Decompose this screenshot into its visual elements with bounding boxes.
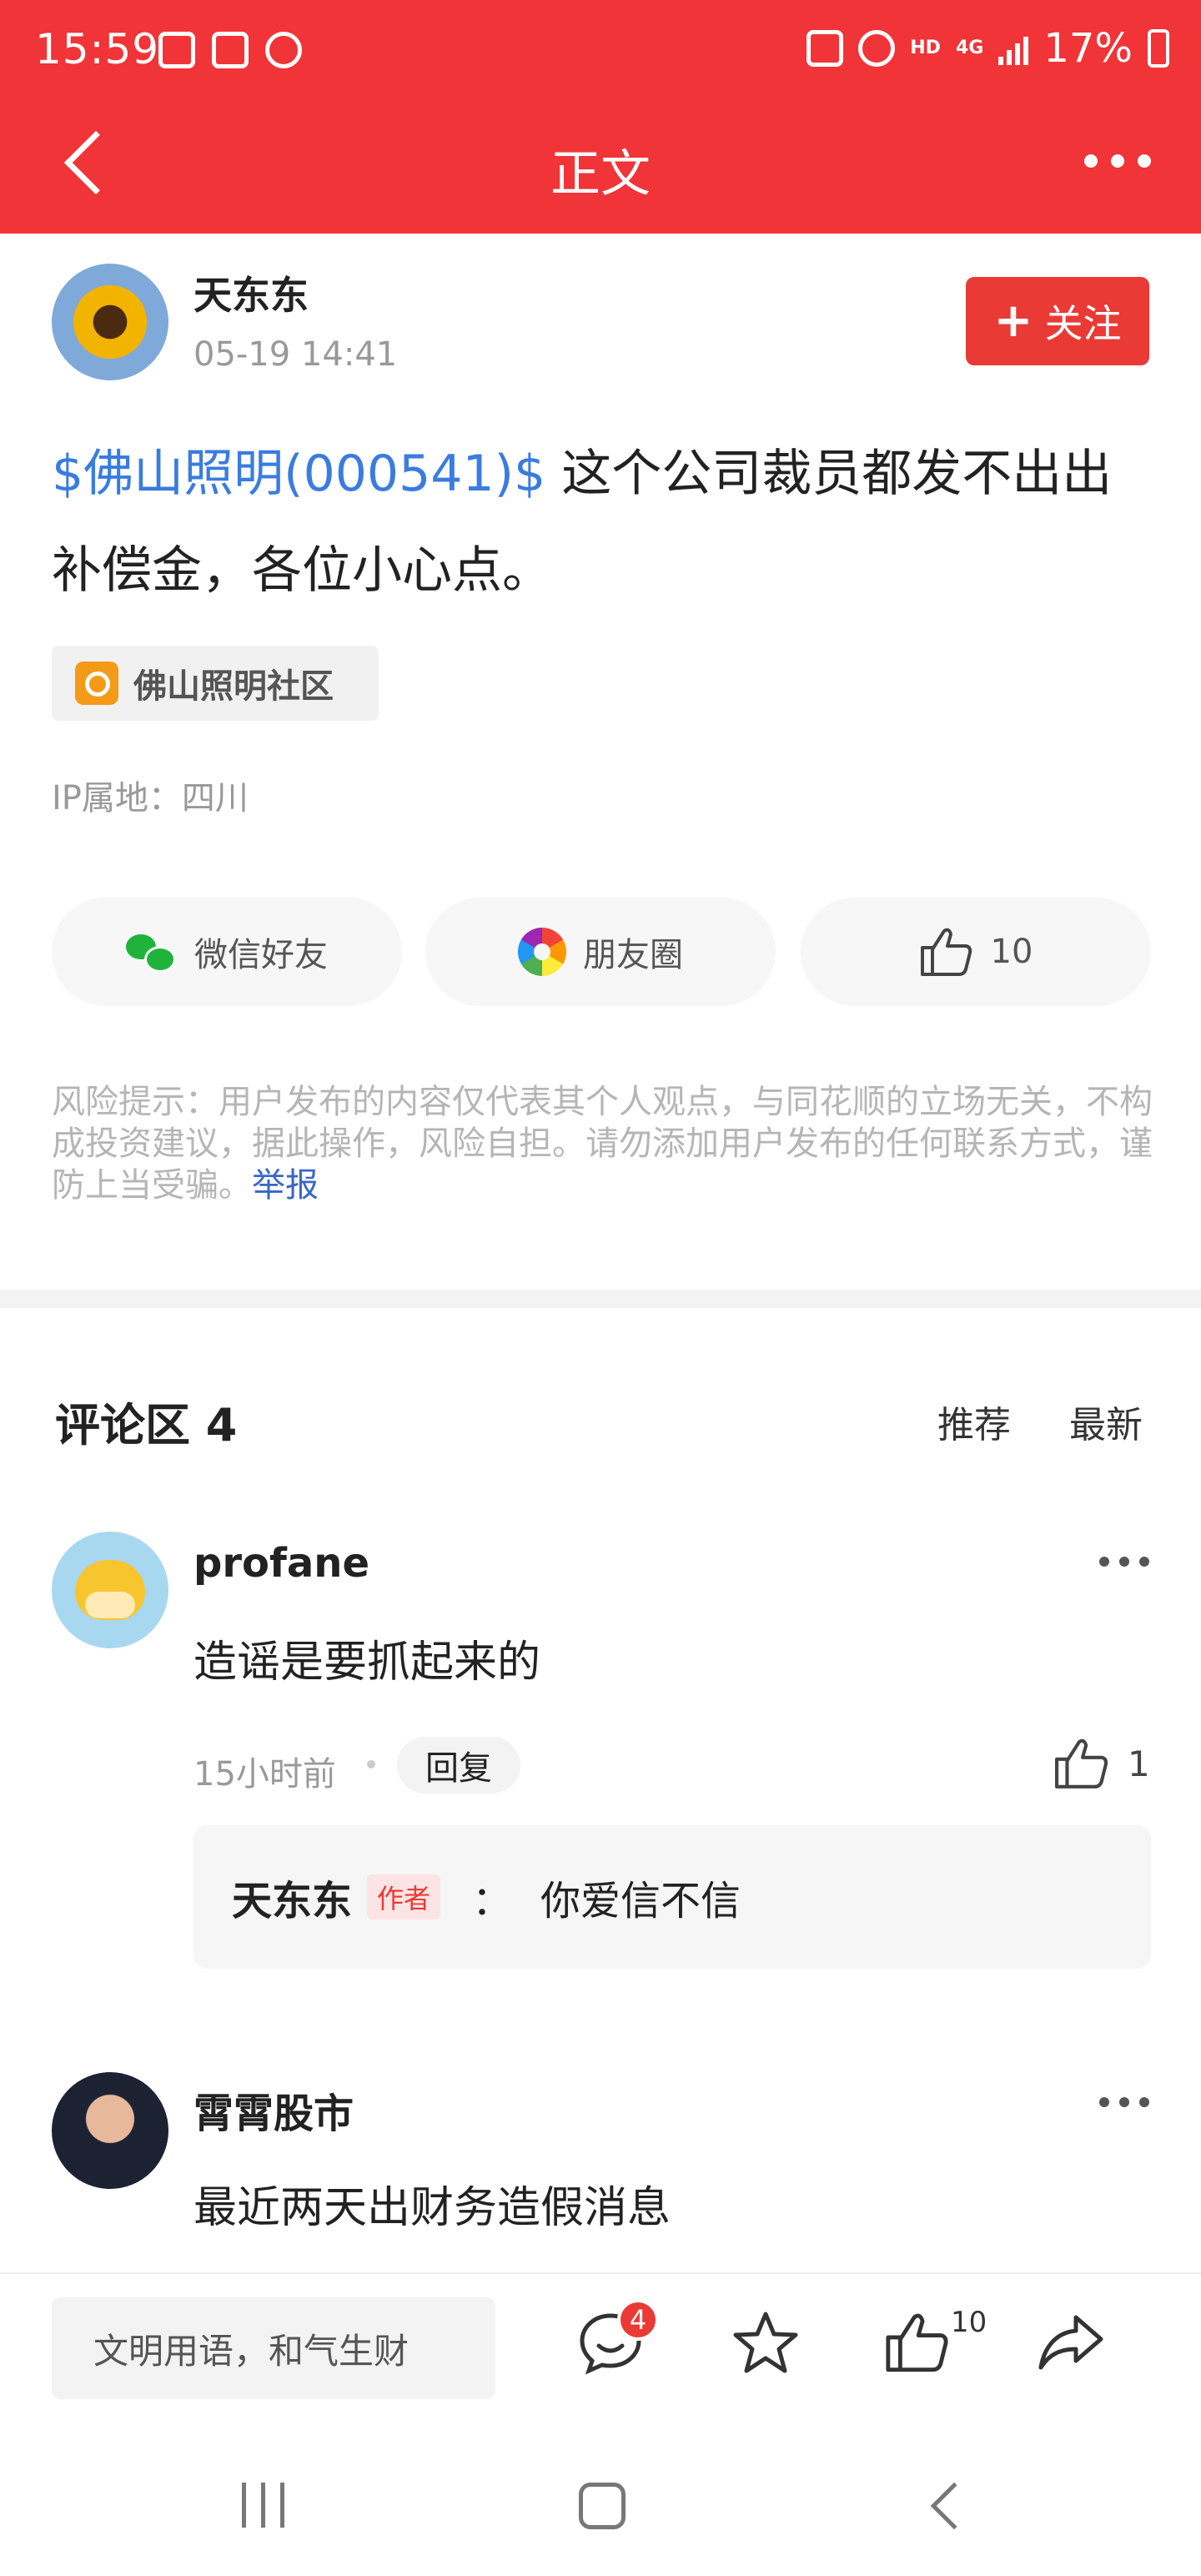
share-wechat-button[interactable]: 微信好友 — [52, 898, 402, 1006]
stock-link[interactable]: $佛山照明(000541)$ — [52, 445, 545, 503]
alarm-icon — [265, 32, 302, 68]
signal-icon — [998, 32, 1029, 65]
comment-like-button[interactable]: 1 — [1053, 1737, 1150, 1790]
moments-icon — [518, 928, 566, 976]
comment-more-icon[interactable] — [1099, 1557, 1149, 1567]
comment-more-icon[interactable] — [1099, 2097, 1149, 2107]
report-link[interactable]: 举报 — [252, 1166, 319, 1205]
status-bar: 15:59 HD 4G 17% — [0, 0, 1201, 108]
community-tag-label: 佛山照明社区 — [133, 667, 334, 706]
commenter-name[interactable]: profane — [193, 1540, 369, 1587]
comment-count-badge: 4 — [617, 2299, 659, 2341]
plus-icon: + — [993, 294, 1033, 348]
network-indicator: 4G — [955, 38, 984, 58]
section-divider — [0, 1290, 1201, 1308]
share-moments-button[interactable]: 朋友圈 — [425, 898, 776, 1006]
post-like-button[interactable]: 10 — [801, 898, 1151, 1006]
reply-button[interactable]: 回复 — [397, 1737, 520, 1794]
page: 15:59 HD 4G 17% 正文 天东东 05-19 14:41 + 关注 … — [0, 0, 1201, 2576]
gallery-icon — [158, 32, 195, 68]
system-back-icon[interactable] — [930, 2482, 978, 2530]
status-time: 15:59 — [35, 25, 160, 73]
commenter-name[interactable]: 霄霄股市 — [193, 2080, 354, 2139]
home-icon[interactable] — [579, 2483, 626, 2529]
comment-text: 造谣是要抓起来的 — [193, 1638, 541, 1688]
star-icon[interactable] — [732, 2309, 799, 2376]
comment-like-count: 1 — [1128, 1743, 1150, 1784]
battery-icon — [1148, 29, 1169, 68]
wechat-label: 微信好友 — [194, 936, 328, 974]
author-reply[interactable]: 天东东 作者 ： 你爱信不信 — [193, 1825, 1151, 1969]
battery-percent: 17% — [1043, 25, 1133, 72]
risk-disclaimer: 风险提示：用户发布的内容仅代表其个人观点，与同花顺的立场无关，不构成投资建议，据… — [52, 1081, 1153, 1206]
moments-label: 朋友圈 — [583, 936, 683, 974]
bottom-action-bar: 文明用语，和气生财 4 10 — [0, 2272, 1201, 2419]
thumbs-up-icon[interactable] — [884, 2309, 951, 2376]
post-content: $佛山照明(000541)$ 这个公司裁员都发不出出补偿金，各位小心点。 — [52, 425, 1153, 619]
follow-button[interactable]: + 关注 — [966, 277, 1149, 365]
system-nav-bar — [0, 2419, 1201, 2576]
reply-colon: ： — [472, 1878, 513, 1924]
author-avatar[interactable] — [52, 264, 168, 380]
post-date: 05-19 14:41 — [193, 335, 398, 374]
thumbs-up-icon — [920, 928, 972, 976]
community-tag[interactable]: 佛山照明社区 — [52, 646, 379, 721]
author-badge: 作者 — [367, 1874, 441, 1919]
sort-latest-tab[interactable]: 最新 — [1069, 1395, 1143, 1448]
sort-recommend-tab[interactable]: 推荐 — [937, 1395, 1011, 1448]
community-icon — [75, 662, 118, 705]
reply-text: 你爱信不信 — [540, 1878, 741, 1924]
checkbox-icon — [212, 32, 249, 68]
share-arrow-icon[interactable] — [1038, 2309, 1104, 2376]
data-transfer-icon — [807, 30, 844, 67]
alarm-icon — [858, 30, 896, 67]
commenter-avatar[interactable] — [52, 2072, 168, 2189]
comment-text: 最近两天出财务造假消息 — [193, 2183, 671, 2233]
ip-location: IP属地：四川 — [52, 779, 249, 818]
wechat-icon — [126, 931, 178, 973]
commenter-avatar[interactable] — [52, 1532, 168, 1648]
author-name[interactable]: 天东东 — [193, 265, 309, 320]
bottom-like-count: 10 — [951, 2306, 987, 2339]
follow-label: 关注 — [1044, 301, 1122, 346]
recent-apps-icon[interactable] — [242, 2483, 284, 2528]
hd-indicator: HD — [910, 38, 941, 58]
top-nav: 正文 — [0, 108, 1201, 234]
notification-icons — [158, 32, 302, 68]
thumbs-up-icon — [1055, 1738, 1108, 1789]
comment-time: 15小时前 — [193, 1755, 336, 1794]
status-right: HD 4G 17% — [807, 25, 1169, 72]
separator-dot — [367, 1760, 375, 1768]
post-like-count: 10 — [990, 933, 1033, 971]
comments-title: 评论区 4 — [55, 1399, 238, 1452]
risk-text: 风险提示：用户发布的内容仅代表其个人观点，与同花顺的立场无关，不构成投资建议，据… — [52, 1083, 1153, 1205]
page-title: 正文 — [550, 145, 651, 204]
comment-input[interactable]: 文明用语，和气生财 — [52, 2297, 495, 2399]
more-options-icon[interactable] — [1084, 154, 1151, 168]
reply-author-name[interactable]: 天东东 — [232, 1868, 352, 1926]
